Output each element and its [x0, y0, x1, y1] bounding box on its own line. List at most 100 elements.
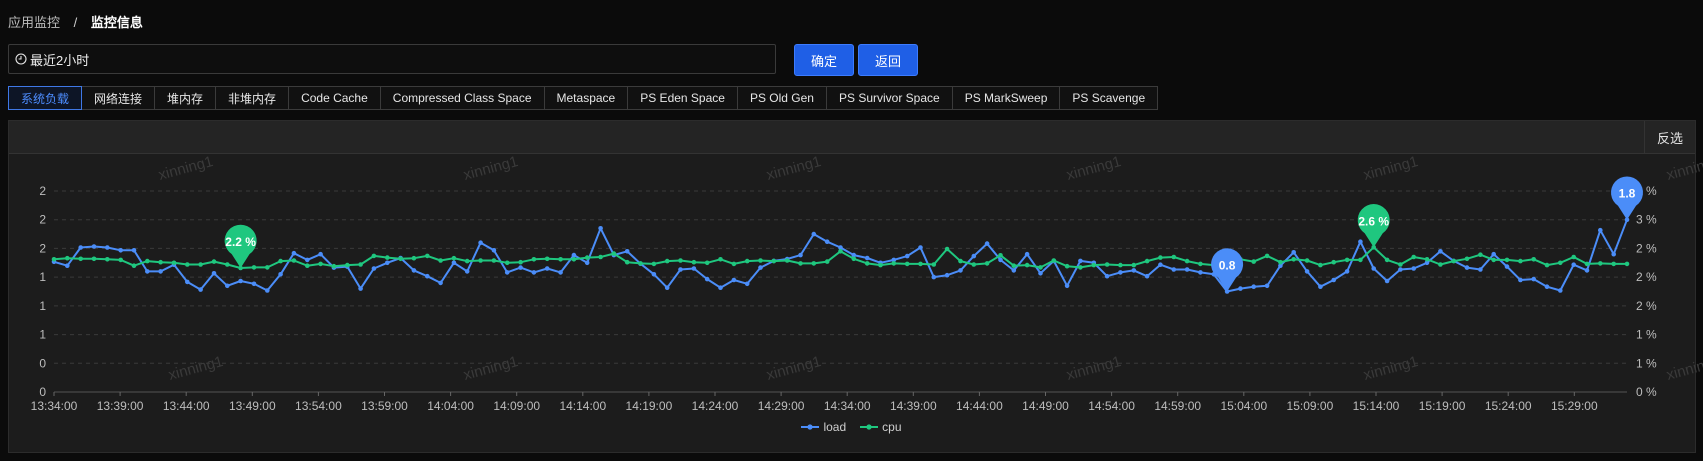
- data-point-cpu: [1304, 258, 1310, 263]
- y-right-tick-label: 0 %: [1636, 385, 1657, 399]
- data-point-cpu: [345, 262, 350, 268]
- data-point-load: [1184, 267, 1190, 272]
- data-point-cpu: [638, 261, 643, 266]
- data-point-cpu: [1264, 253, 1270, 259]
- data-point-load: [91, 244, 97, 249]
- watermark-text: xinning1: [167, 353, 225, 384]
- data-point-cpu: [1251, 259, 1256, 264]
- data-point-load: [265, 288, 270, 293]
- data-point-cpu: [1584, 261, 1590, 267]
- legend-label-cpu: cpu: [882, 420, 902, 434]
- watermark-text: xinning1: [1665, 353, 1703, 384]
- data-point-cpu: [425, 253, 430, 259]
- data-point-load: [305, 257, 310, 263]
- legend-label-load: load: [823, 420, 847, 434]
- data-point-cpu: [811, 261, 817, 266]
- chart-legend: load cpu: [0, 420, 1703, 434]
- x-tick-label: 14:09:00: [493, 399, 540, 413]
- legend-item-cpu[interactable]: cpu: [860, 420, 902, 434]
- data-point-load: [185, 279, 190, 285]
- data-point-load: [291, 250, 297, 256]
- data-point-cpu: [1011, 263, 1017, 269]
- data-point-cpu: [758, 258, 763, 263]
- data-point-load: [1438, 249, 1443, 254]
- data-point-cpu: [158, 259, 163, 265]
- marker-label-load-min: 0.8: [1219, 259, 1236, 273]
- data-point-cpu: [185, 262, 190, 267]
- y-right-tick-label: 1 %: [1636, 328, 1657, 342]
- data-point-load: [225, 283, 230, 289]
- data-point-cpu: [385, 255, 390, 260]
- data-point-load: [1384, 278, 1390, 284]
- x-tick-label: 14:39:00: [890, 399, 937, 413]
- data-point-cpu: [824, 259, 830, 264]
- data-point-load: [105, 245, 110, 250]
- x-tick-label: 14:44:00: [956, 399, 1003, 413]
- data-point-load: [158, 269, 163, 274]
- data-point-cpu: [171, 260, 177, 266]
- y-right-tick-label: 3 %: [1636, 213, 1657, 227]
- data-point-cpu: [1038, 265, 1043, 270]
- data-point-cpu: [305, 263, 310, 269]
- watermark-text: xinning1: [1065, 353, 1123, 384]
- data-point-cpu: [1171, 254, 1177, 260]
- x-tick-label: 13:34:00: [31, 399, 78, 413]
- data-point-cpu: [291, 258, 297, 263]
- data-point-cpu: [1571, 254, 1576, 260]
- y-left-tick-label: 2: [39, 213, 46, 227]
- data-point-cpu: [571, 257, 577, 262]
- data-point-cpu: [278, 258, 283, 264]
- x-tick-label: 13:54:00: [295, 399, 342, 413]
- data-point-cpu: [1344, 257, 1350, 263]
- data-point-load: [544, 266, 550, 271]
- tab-0[interactable]: 系统负载: [8, 86, 83, 110]
- data-point-cpu: [1611, 261, 1616, 267]
- data-point-cpu: [864, 261, 870, 266]
- data-point-cpu: [931, 262, 937, 267]
- data-point-cpu: [838, 249, 843, 254]
- data-point-cpu: [784, 258, 790, 263]
- data-point-load: [1558, 288, 1563, 293]
- data-point-load: [1304, 269, 1310, 274]
- watermark-text: xinning1: [1065, 153, 1123, 184]
- data-point-cpu: [1478, 252, 1483, 257]
- legend-item-load[interactable]: load: [801, 420, 846, 434]
- data-point-load: [931, 274, 937, 280]
- x-tick-label: 15:14:00: [1353, 399, 1400, 413]
- x-tick-label: 14:54:00: [1088, 399, 1135, 413]
- data-point-load: [198, 287, 203, 292]
- data-point-load: [718, 285, 723, 291]
- watermark-text: xinning1: [157, 153, 215, 184]
- data-point-cpu: [611, 251, 617, 256]
- data-point-load: [864, 255, 870, 261]
- data-point-cpu: [1078, 265, 1083, 270]
- data-point-cpu: [1491, 257, 1496, 263]
- data-point-cpu: [65, 255, 70, 261]
- data-point-load: [1318, 284, 1323, 290]
- data-point-cpu: [1131, 262, 1137, 268]
- x-tick-label: 14:19:00: [626, 399, 673, 413]
- marker-label-load-max: 1.8: [1619, 187, 1636, 201]
- data-point-cpu: [478, 258, 483, 263]
- data-point-load: [664, 285, 670, 291]
- data-point-load: [1064, 283, 1070, 289]
- data-point-cpu: [1531, 257, 1536, 262]
- watermark-text: xinning1: [765, 353, 823, 384]
- data-point-load: [811, 231, 817, 237]
- data-point-load: [1198, 270, 1203, 275]
- data-point-cpu: [1398, 262, 1403, 267]
- data-point-cpu: [398, 256, 403, 262]
- data-point-load: [958, 268, 963, 273]
- data-point-cpu: [1051, 258, 1057, 263]
- data-point-load: [984, 241, 990, 246]
- data-point-cpu: [1598, 261, 1603, 266]
- data-point-load: [758, 265, 763, 270]
- x-tick-label: 15:09:00: [1287, 399, 1334, 413]
- y-left-tick-label: 1: [39, 299, 46, 313]
- data-point-load: [358, 286, 363, 291]
- data-point-cpu: [464, 258, 470, 264]
- y-right-tick-label: 2 %: [1636, 299, 1657, 313]
- y-right-tick-label: 1 %: [1636, 356, 1657, 370]
- x-tick-label: 14:14:00: [559, 399, 606, 413]
- data-point-load: [1398, 267, 1403, 272]
